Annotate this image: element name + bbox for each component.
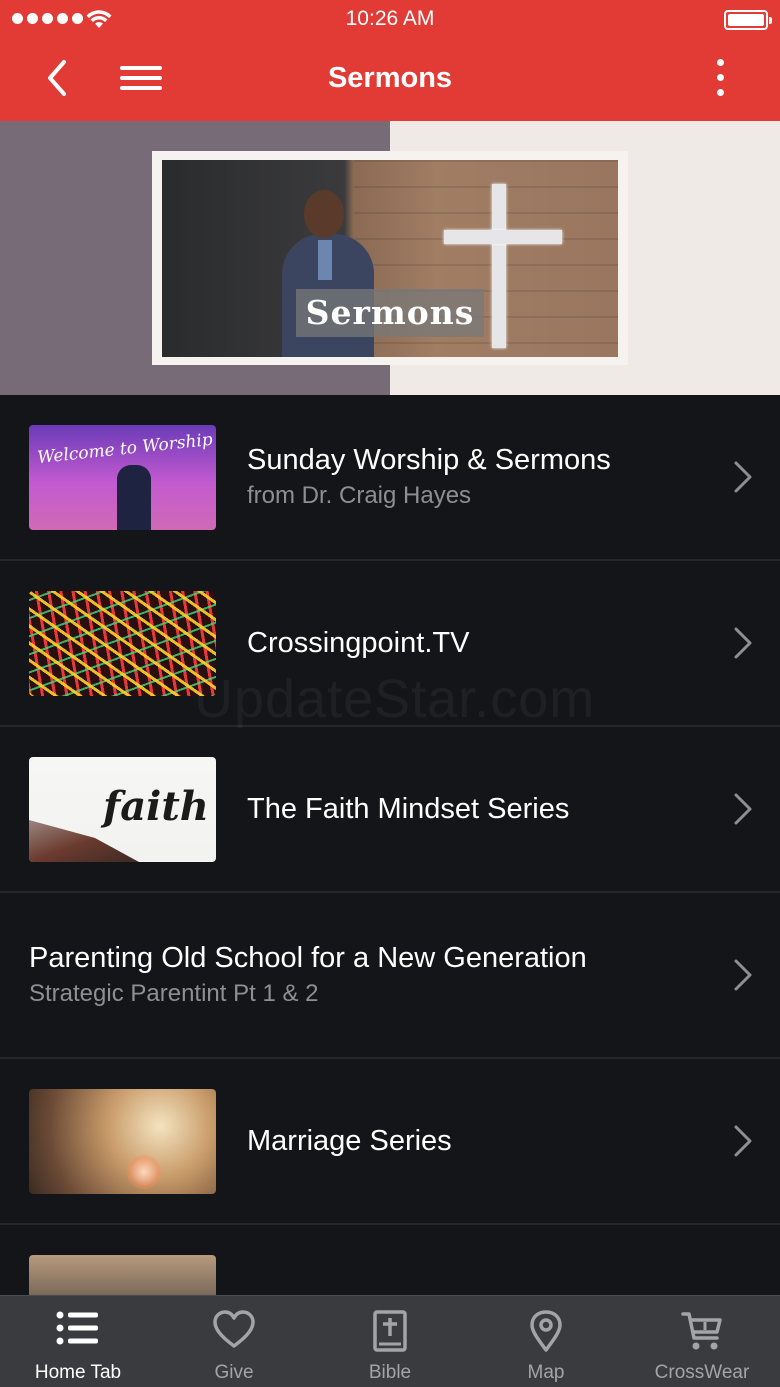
list-icon bbox=[56, 1311, 98, 1345]
chevron-right-icon bbox=[734, 959, 752, 991]
chevron-right-icon bbox=[734, 793, 752, 825]
chevron-right-icon bbox=[734, 1125, 752, 1157]
list-item-parenting-old-school[interactable]: Parenting Old School for a New Generatio… bbox=[0, 893, 780, 1059]
list-item-subtitle: from Dr. Craig Hayes bbox=[247, 482, 472, 509]
list-item-marriage-series[interactable]: Marriage Series bbox=[0, 1059, 780, 1225]
more-options-button[interactable] bbox=[708, 59, 732, 103]
tab-bible[interactable]: Bible bbox=[312, 1296, 468, 1387]
page-title: Sermons bbox=[327, 62, 453, 94]
tab-label: CrossWear bbox=[654, 1362, 750, 1383]
chevron-right-icon bbox=[734, 461, 752, 493]
hero-image: Sermons bbox=[162, 160, 618, 357]
chevron-right-icon bbox=[734, 627, 752, 659]
battery-icon bbox=[724, 10, 772, 30]
thumbnail-image bbox=[29, 591, 216, 696]
thumbnail-image: faith bbox=[29, 757, 216, 862]
tab-crosswear[interactable]: CrossWear bbox=[624, 1296, 780, 1387]
list-item-title: Crossingpoint.TV bbox=[247, 627, 470, 659]
list-item-crossingpoint-tv[interactable]: Crossingpoint.TV bbox=[0, 561, 780, 727]
cross-icon bbox=[492, 184, 506, 348]
list-item-subtitle: Strategic Parentint Pt 1 & 2 bbox=[29, 980, 319, 1007]
tab-home[interactable]: Home Tab bbox=[0, 1296, 156, 1387]
tab-bar: Home Tab Give Bible Map CrossWear bbox=[0, 1295, 780, 1387]
tab-map[interactable]: Map bbox=[468, 1296, 624, 1387]
app-header: 10:26 AM Sermons bbox=[0, 0, 780, 121]
hero-image-frame: Sermons bbox=[152, 151, 628, 365]
tab-label: Bible bbox=[368, 1362, 412, 1383]
status-bar: 10:26 AM bbox=[0, 0, 780, 40]
tab-label: Give bbox=[214, 1362, 254, 1383]
tab-label: Map bbox=[527, 1362, 565, 1383]
hero-label: Sermons bbox=[296, 289, 484, 337]
tab-give[interactable]: Give bbox=[156, 1296, 312, 1387]
list-item-title: Marriage Series bbox=[247, 1125, 452, 1157]
list-item-sunday-worship[interactable]: Welcome to Worship Sunday Worship & Serm… bbox=[0, 395, 780, 561]
bible-icon bbox=[373, 1310, 407, 1352]
sermon-list: Welcome to Worship Sunday Worship & Serm… bbox=[0, 395, 780, 1295]
thumbnail-image bbox=[29, 1089, 216, 1194]
list-item-faith-mindset[interactable]: faith The Faith Mindset Series bbox=[0, 727, 780, 893]
cart-icon bbox=[681, 1312, 722, 1350]
list-item[interactable] bbox=[0, 1225, 780, 1295]
list-item-title: The Faith Mindset Series bbox=[247, 793, 570, 825]
status-time: 10:26 AM bbox=[345, 7, 435, 30]
map-pin-icon bbox=[530, 1310, 562, 1352]
thumbnail-image: Welcome to Worship bbox=[29, 425, 216, 530]
list-item-title: Sunday Worship & Sermons bbox=[247, 444, 611, 476]
hero-banner: Sermons bbox=[0, 121, 780, 395]
tab-label: Home Tab bbox=[34, 1362, 122, 1383]
heart-icon bbox=[213, 1310, 255, 1348]
nav-bar: Sermons bbox=[0, 40, 780, 121]
list-item-title: Parenting Old School for a New Generatio… bbox=[29, 942, 587, 974]
thumbnail-image bbox=[29, 1255, 216, 1295]
